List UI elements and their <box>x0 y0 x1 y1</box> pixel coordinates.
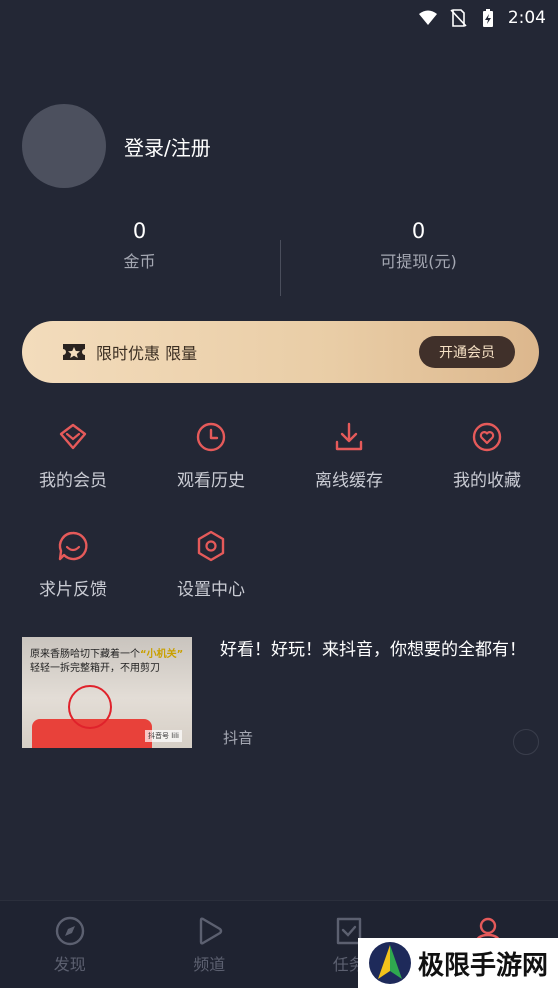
withdrawable-label: 可提现(元) <box>380 252 457 271</box>
login-register-link[interactable]: 登录/注册 <box>124 132 211 161</box>
tab-channel[interactable]: 频道 <box>140 901 280 988</box>
vip-promo-text: 限时优惠 限量 <box>96 344 198 363</box>
watermark-logo-icon <box>369 942 411 984</box>
chat-smile-icon <box>58 531 88 561</box>
menu-label: 求片反馈 <box>39 580 107 600</box>
stats-divider <box>280 240 281 296</box>
menu-item-watch-history[interactable]: 观看历史 <box>141 420 281 491</box>
ad-card[interactable]: 原来香肠哈切下藏着一个“小机关” 轻轻一拆完整箱开，不用剪刀 抖音号 lili … <box>22 637 542 755</box>
tab-label: 频道 <box>193 955 226 974</box>
heart-icon <box>472 422 502 452</box>
site-watermark: 极限手游网 <box>358 938 558 988</box>
ad-thumbnail[interactable]: 原来香肠哈切下藏着一个“小机关” 轻轻一拆完整箱开，不用剪刀 抖音号 lili <box>22 637 192 748</box>
coins-value: 0 <box>132 219 147 243</box>
stats-row: 0 金币 0 可提现(元) <box>0 218 558 298</box>
clock-icon <box>196 422 226 452</box>
menu-label: 我的会员 <box>39 471 107 491</box>
menu-item-my-vip[interactable]: 我的会员 <box>3 420 143 491</box>
wifi-icon <box>418 10 437 25</box>
battery-charging-icon <box>482 9 493 27</box>
tab-label: 发现 <box>53 955 86 974</box>
menu-item-settings-center[interactable]: 设置中心 <box>141 529 281 600</box>
menu-label: 离线缓存 <box>315 471 383 491</box>
ad-thumb-caption-2: 轻轻一拆完整箱开，不用剪刀 <box>30 663 160 674</box>
ad-close-icon[interactable] <box>513 729 539 755</box>
menu-label: 我的收藏 <box>453 471 521 491</box>
ad-source: 抖音 <box>223 729 254 747</box>
ad-thumb-watermark: 抖音号 lili <box>144 730 182 742</box>
profile-header[interactable]: 登录/注册 <box>22 104 211 188</box>
withdrawable-value: 0 <box>411 219 426 243</box>
play-icon <box>200 917 223 945</box>
tab-discover[interactable]: 发现 <box>0 901 140 988</box>
status-bar: 2:04 <box>0 0 558 36</box>
ad-title[interactable]: 好看！好玩！来抖音，你想要的全都有！ <box>220 637 530 663</box>
withdrawable-stat[interactable]: 0 可提现(元) <box>279 218 558 298</box>
avatar[interactable] <box>22 104 106 188</box>
ticket-star-icon <box>63 344 85 360</box>
menu-item-my-favorites[interactable]: 我的收藏 <box>417 420 557 491</box>
compass-icon <box>55 916 84 946</box>
menu-item-offline-cache[interactable]: 离线缓存 <box>279 420 419 491</box>
coins-label: 金币 <box>123 252 156 271</box>
download-icon <box>335 422 363 451</box>
watermark-text: 极限手游网 <box>418 950 549 981</box>
open-vip-button[interactable]: 开通会员 <box>419 336 515 368</box>
menu-item-request-feedback[interactable]: 求片反馈 <box>3 529 143 600</box>
status-time: 2:04 <box>507 8 546 28</box>
menu-label: 观看历史 <box>177 471 245 491</box>
diamond-icon <box>59 423 87 450</box>
menu-label: 设置中心 <box>177 580 245 600</box>
vip-banner[interactable]: 限时优惠 限量 开通会员 <box>22 321 539 383</box>
ad-thumb-caption: 原来香肠哈切下藏着一个“小机关” <box>30 649 184 660</box>
ad-thumb-highlight-circle <box>68 685 112 729</box>
coins-stat[interactable]: 0 金币 <box>0 218 279 298</box>
settings-hexagon-icon <box>197 530 225 562</box>
no-sim-icon <box>450 9 467 27</box>
